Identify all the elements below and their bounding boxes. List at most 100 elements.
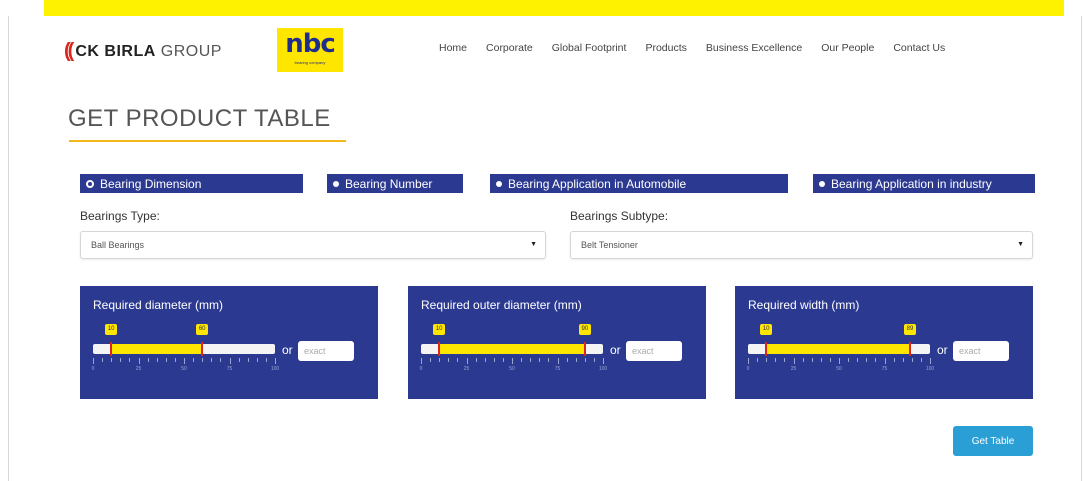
- slider-tick: [129, 358, 131, 362]
- slider-tick: [593, 358, 595, 362]
- range-slider-fill: [766, 344, 910, 354]
- tab-label: Bearing Application in Automobile: [508, 176, 687, 191]
- panel-required-width: Required width (mm) 10 89 0 25 50 75 100…: [735, 286, 1033, 399]
- range-max-handle[interactable]: [201, 342, 204, 356]
- tab-bearing-dimension[interactable]: Bearing Dimension: [80, 174, 303, 193]
- bearings-type-label: Bearings Type:: [80, 209, 160, 223]
- tick-label: 100: [598, 366, 608, 372]
- range-max-handle[interactable]: [908, 342, 911, 356]
- slider-tick: [521, 358, 523, 362]
- radio-icon: [496, 180, 502, 187]
- bearings-subtype-label: Bearings Subtype:: [570, 209, 669, 223]
- slider-tick: [493, 358, 495, 362]
- range-max-badge: 90: [578, 324, 591, 335]
- tick-label: 75: [226, 366, 233, 372]
- slider-tick: [748, 358, 749, 364]
- tick-label: 0: [91, 366, 95, 372]
- exact-input[interactable]: exact: [298, 341, 354, 361]
- nbc-logo[interactable]: nbc bearing company: [277, 28, 343, 72]
- slider-tick: [766, 358, 768, 362]
- ck-birla-logo[interactable]: (( CK BIRLA GROUP: [64, 40, 222, 63]
- slider-tick: [247, 358, 249, 362]
- nav-our-people[interactable]: Our People: [821, 42, 874, 54]
- tab-bearing-number[interactable]: Bearing Number: [327, 174, 463, 193]
- range-min-handle[interactable]: [110, 342, 113, 356]
- tab-bearing-application-industry[interactable]: Bearing Application in industry: [813, 174, 1035, 193]
- ck-birla-mark-icon: ((: [64, 40, 74, 62]
- slider-tick: [421, 358, 422, 364]
- range-min-handle[interactable]: [765, 342, 768, 356]
- page-frame: (( CK BIRLA GROUP nbc bearing company Ho…: [8, 16, 1082, 481]
- bearings-type-select[interactable]: Ball Bearings ▼: [80, 231, 546, 259]
- panel-title: Required diameter (mm): [93, 298, 224, 312]
- tab-bearing-application-automobile[interactable]: Bearing Application in Automobile: [490, 174, 788, 193]
- bearings-subtype-select[interactable]: Belt Tensioner ▼: [570, 231, 1033, 259]
- chevron-down-icon: ▼: [1017, 241, 1024, 248]
- slider-tick: [566, 358, 568, 362]
- radio-icon: [333, 180, 339, 187]
- tab-label: Bearing Number: [345, 176, 433, 191]
- tick-label: 25: [463, 366, 470, 372]
- slider-tick: [757, 358, 759, 362]
- slider-tick: [457, 358, 459, 362]
- slider-tick: [120, 358, 122, 362]
- slider-tick: [211, 358, 213, 362]
- bearings-subtype-value: Belt Tensioner: [581, 240, 638, 250]
- slider-tick: [893, 358, 895, 362]
- range-max-handle[interactable]: [583, 342, 586, 356]
- nav-products[interactable]: Products: [645, 42, 686, 54]
- slider-tick: [548, 358, 550, 362]
- tick-label: 75: [554, 366, 561, 372]
- slider-tick: [584, 358, 586, 362]
- slider-tick: [184, 358, 185, 364]
- slider-tick: [911, 358, 913, 362]
- nav-contact-us[interactable]: Contact Us: [893, 42, 945, 54]
- exact-input[interactable]: exact: [953, 341, 1009, 361]
- tab-label: Bearing Application in industry: [831, 176, 992, 191]
- slider-tick: [430, 358, 432, 362]
- slider-tick: [111, 358, 113, 362]
- site-header: (( CK BIRLA GROUP nbc bearing company Ho…: [9, 16, 1081, 86]
- tick-label: 75: [881, 366, 888, 372]
- slider-tick: [512, 358, 513, 364]
- slider-tick: [229, 358, 231, 364]
- slider-ticks: [93, 358, 276, 364]
- slider-tick: [256, 358, 258, 362]
- slider-tick: [138, 358, 140, 364]
- ck-birla-group: GROUP: [160, 42, 222, 60]
- slider-tick: [857, 358, 859, 362]
- slider-tick: [220, 358, 222, 362]
- top-yellow-strip: [44, 0, 1064, 16]
- slider-tick: [448, 358, 450, 362]
- nav-business-excellence[interactable]: Business Excellence: [706, 42, 802, 54]
- nav-home[interactable]: Home: [439, 42, 467, 54]
- nav-corporate[interactable]: Corporate: [486, 42, 533, 54]
- ck-birla-name: CK BIRLA: [75, 42, 156, 60]
- tick-label: 100: [925, 366, 935, 372]
- slider-tick: [575, 358, 577, 362]
- exact-input[interactable]: exact: [626, 341, 682, 361]
- nav-global-footprint[interactable]: Global Footprint: [552, 42, 627, 54]
- range-slider-fill: [439, 344, 585, 354]
- nbc-logo-text: nbc: [285, 29, 336, 59]
- slider-tick: [920, 358, 922, 362]
- slider-tick: [530, 358, 532, 362]
- slider-tick: [902, 358, 904, 362]
- slider-tick: [802, 358, 804, 362]
- range-slider-track[interactable]: [421, 342, 603, 356]
- slider-tick: [557, 358, 559, 364]
- slider-tick: [265, 358, 267, 362]
- slider-tick: [603, 358, 604, 364]
- slider-tick: [174, 358, 176, 362]
- range-min-handle[interactable]: [438, 342, 441, 356]
- get-table-button[interactable]: Get Table: [953, 426, 1033, 456]
- slider-tick: [793, 358, 795, 364]
- range-slider-track[interactable]: [93, 342, 275, 356]
- slider-tick: [811, 358, 813, 362]
- panel-required-outer-diameter: Required outer diameter (mm) 10 90 0 25 …: [408, 286, 706, 399]
- slider-tick: [147, 358, 149, 362]
- slider-tick: [475, 358, 477, 362]
- range-slider-track[interactable]: [748, 342, 930, 356]
- slider-tick-labels: 0 25 50 75 100: [747, 366, 935, 374]
- radio-icon: [86, 179, 94, 188]
